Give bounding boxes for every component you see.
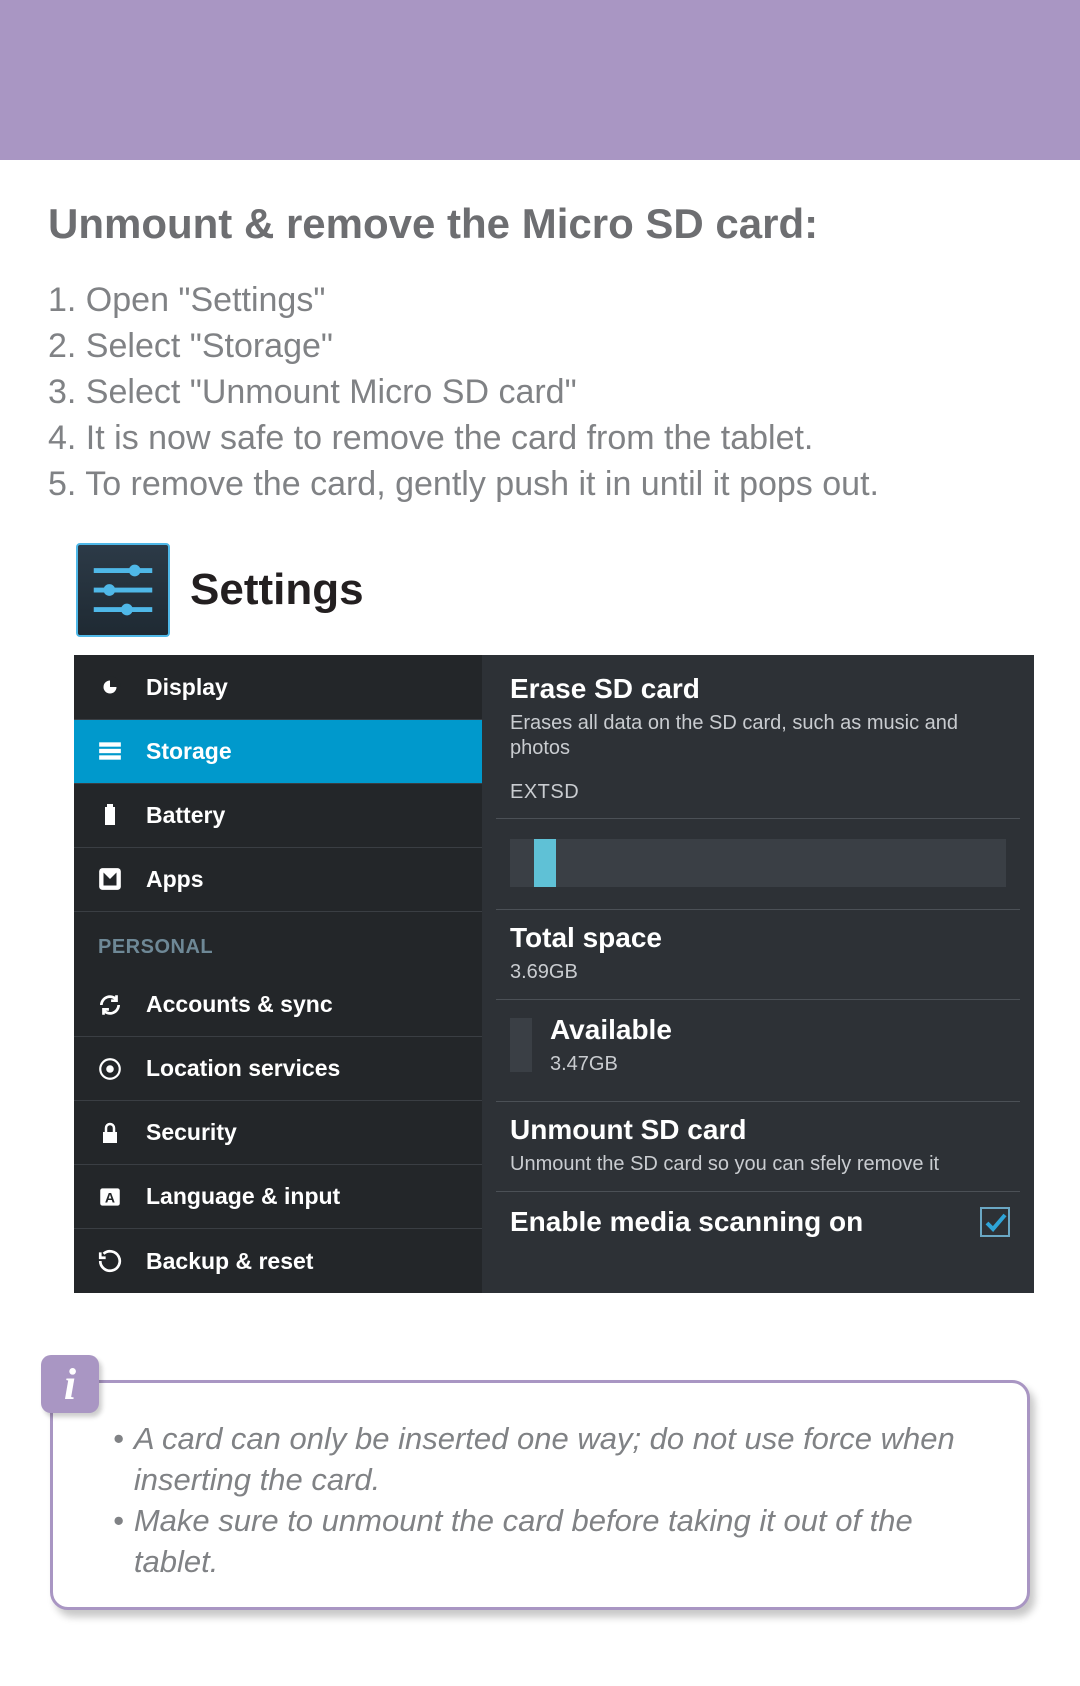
sidebar-item-label: Security xyxy=(146,1119,237,1146)
available-title: Available xyxy=(550,1014,672,1046)
sidebar-item-apps[interactable]: Apps xyxy=(74,848,482,912)
header-bar xyxy=(0,0,1080,160)
sidebar-item-storage[interactable]: Storage xyxy=(74,720,482,784)
location-icon xyxy=(94,1053,126,1085)
available-row: Available 3.47GB xyxy=(482,1000,1034,1087)
step-3: 3. Select "Unmount Micro SD card" xyxy=(48,370,1032,416)
step-1: 1. Open "Settings" xyxy=(48,278,1032,324)
extsd-label: EXTSD xyxy=(510,781,1006,804)
settings-sidebar: Display Storage Battery Apps PERS xyxy=(74,655,482,1293)
info-bullet-2: •Make sure to unmount the card before ta… xyxy=(113,1501,999,1583)
sidebar-item-display[interactable]: Display xyxy=(74,655,482,719)
info-bullet-1: •A card can only be inserted one way; do… xyxy=(113,1419,999,1501)
media-scanning-checkbox[interactable] xyxy=(980,1207,1010,1237)
sidebar-item-label: Apps xyxy=(146,866,204,893)
erase-sd-title[interactable]: Erase SD card xyxy=(510,673,1006,705)
available-color-swatch xyxy=(510,1018,532,1072)
erase-sd-subtitle: Erases all data on the SD card, such as … xyxy=(510,711,1006,761)
step-4: 4. It is now safe to remove the card fro… xyxy=(48,416,1032,462)
total-space-title: Total space xyxy=(510,922,1006,954)
sync-icon xyxy=(94,989,126,1021)
backup-icon xyxy=(94,1245,126,1277)
sidebar-item-label: Accounts & sync xyxy=(146,991,333,1018)
settings-label: Settings xyxy=(190,565,364,615)
language-icon: A xyxy=(94,1181,126,1213)
storage-usage-bar xyxy=(510,839,1006,887)
battery-icon xyxy=(94,799,126,831)
sidebar-item-language[interactable]: A Language & input xyxy=(74,1165,482,1229)
sidebar-item-accounts-sync[interactable]: Accounts & sync xyxy=(74,973,482,1037)
info-callout: i •A card can only be inserted one way; … xyxy=(50,1380,1030,1610)
settings-header: Settings xyxy=(76,543,1032,637)
storage-usage-fill xyxy=(534,839,556,887)
media-scanning-title: Enable media scanning on xyxy=(510,1206,863,1238)
media-scanning-row[interactable]: Enable media scanning on xyxy=(482,1192,1034,1238)
divider xyxy=(496,818,1020,819)
sidebar-section-personal: PERSONAL xyxy=(74,912,482,973)
total-space-value: 3.69GB xyxy=(510,960,1006,985)
sidebar-item-label: Battery xyxy=(146,802,225,829)
step-5: 5. To remove the card, gently push it in… xyxy=(48,462,1032,508)
apps-icon xyxy=(94,863,126,895)
lock-icon xyxy=(94,1117,126,1149)
display-icon xyxy=(94,671,126,703)
settings-app-icon xyxy=(76,543,170,637)
info-icon: i xyxy=(41,1355,99,1413)
sidebar-item-battery[interactable]: Battery xyxy=(74,784,482,848)
unmount-sd-title[interactable]: Unmount SD card xyxy=(510,1114,1006,1146)
svg-text:A: A xyxy=(105,1189,115,1205)
sidebar-item-label: Display xyxy=(146,674,228,701)
sidebar-item-label: Backup & reset xyxy=(146,1248,313,1275)
unmount-sd-subtitle: Unmount the SD card so you can sfely rem… xyxy=(510,1152,1006,1177)
sidebar-item-label: Location services xyxy=(146,1055,340,1082)
instruction-steps: 1. Open "Settings" 2. Select "Storage" 3… xyxy=(48,278,1032,507)
sidebar-item-label: Language & input xyxy=(146,1183,340,1210)
sidebar-item-label: Storage xyxy=(146,738,232,765)
settings-screenshot: Display Storage Battery Apps PERS xyxy=(74,655,1034,1293)
settings-detail-panel: Erase SD card Erases all data on the SD … xyxy=(482,655,1034,1293)
sidebar-item-location[interactable]: Location services xyxy=(74,1037,482,1101)
page-title: Unmount & remove the Micro SD card: xyxy=(48,200,1032,248)
page-content: Unmount & remove the Micro SD card: 1. O… xyxy=(0,160,1080,1293)
available-value: 3.47GB xyxy=(550,1052,672,1077)
storage-icon xyxy=(94,735,126,767)
sidebar-item-security[interactable]: Security xyxy=(74,1101,482,1165)
sidebar-item-backup[interactable]: Backup & reset xyxy=(74,1229,482,1293)
step-2: 2. Select "Storage" xyxy=(48,324,1032,370)
